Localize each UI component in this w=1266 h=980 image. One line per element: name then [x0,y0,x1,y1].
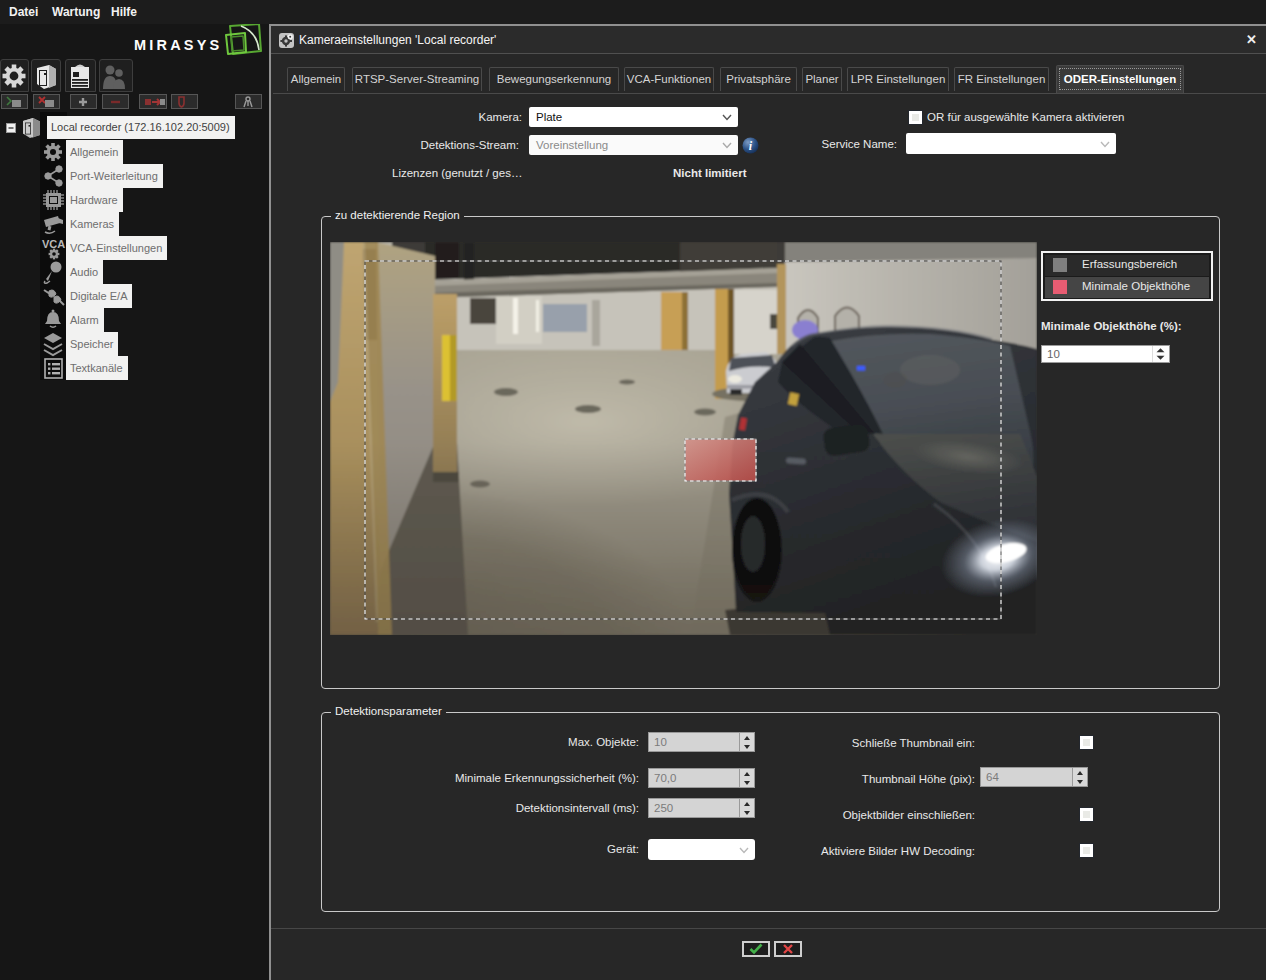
svg-text:VCA: VCA [42,238,65,250]
